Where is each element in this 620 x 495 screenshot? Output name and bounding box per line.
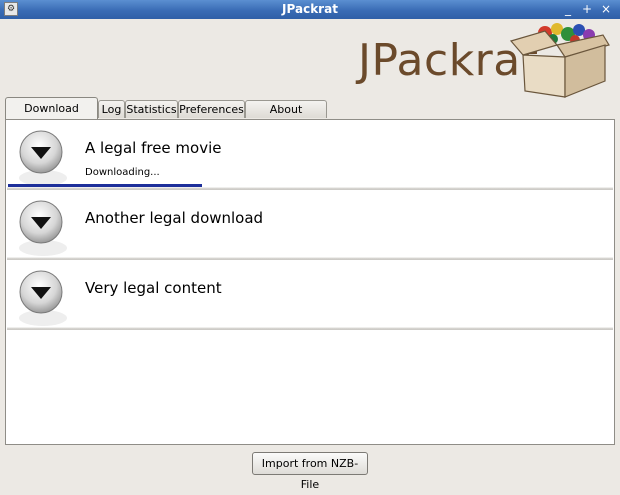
tab-about[interactable]: About JPackrat [245, 100, 327, 134]
queue-item-title: Another legal download [85, 209, 264, 227]
app-header: JPackrat [0, 19, 620, 98]
import-nzb-button[interactable]: Import from NZB-File [252, 452, 368, 491]
tab-log[interactable]: Log [98, 100, 125, 118]
download-arrow-icon [19, 270, 67, 326]
queue-item-status: Downloading... [85, 167, 160, 178]
queue-item[interactable]: Another legal download [7, 191, 613, 260]
download-arrow-icon [19, 200, 67, 256]
download-queue-panel[interactable]: A legal free movie Downloading... Anothe… [5, 119, 615, 445]
tab-download-queue[interactable]: Download Queue [5, 97, 98, 137]
close-button[interactable]: × [598, 2, 614, 17]
tab-preferences[interactable]: Preferences [178, 100, 245, 118]
minimize-button[interactable]: _ [560, 2, 576, 17]
window-title: JPackrat [282, 2, 338, 16]
packrat-box-logo-icon [509, 23, 610, 98]
queue-item[interactable]: Very legal content [7, 261, 613, 330]
app-window: ⚙ JPackrat _ + × JPackrat Download Queue… [0, 0, 620, 491]
download-arrow-icon [19, 130, 67, 186]
queue-item-title: A legal free movie [85, 139, 222, 157]
item-divider [7, 257, 613, 260]
queue-item-title: Very legal content [85, 279, 222, 297]
maximize-button[interactable]: + [579, 2, 595, 17]
item-divider [7, 187, 613, 190]
queue-item[interactable]: A legal free movie Downloading... [7, 121, 613, 190]
tab-statistics[interactable]: Statistics [125, 100, 178, 118]
title-bar[interactable]: ⚙ JPackrat _ + × [0, 0, 620, 19]
item-divider [7, 327, 613, 330]
